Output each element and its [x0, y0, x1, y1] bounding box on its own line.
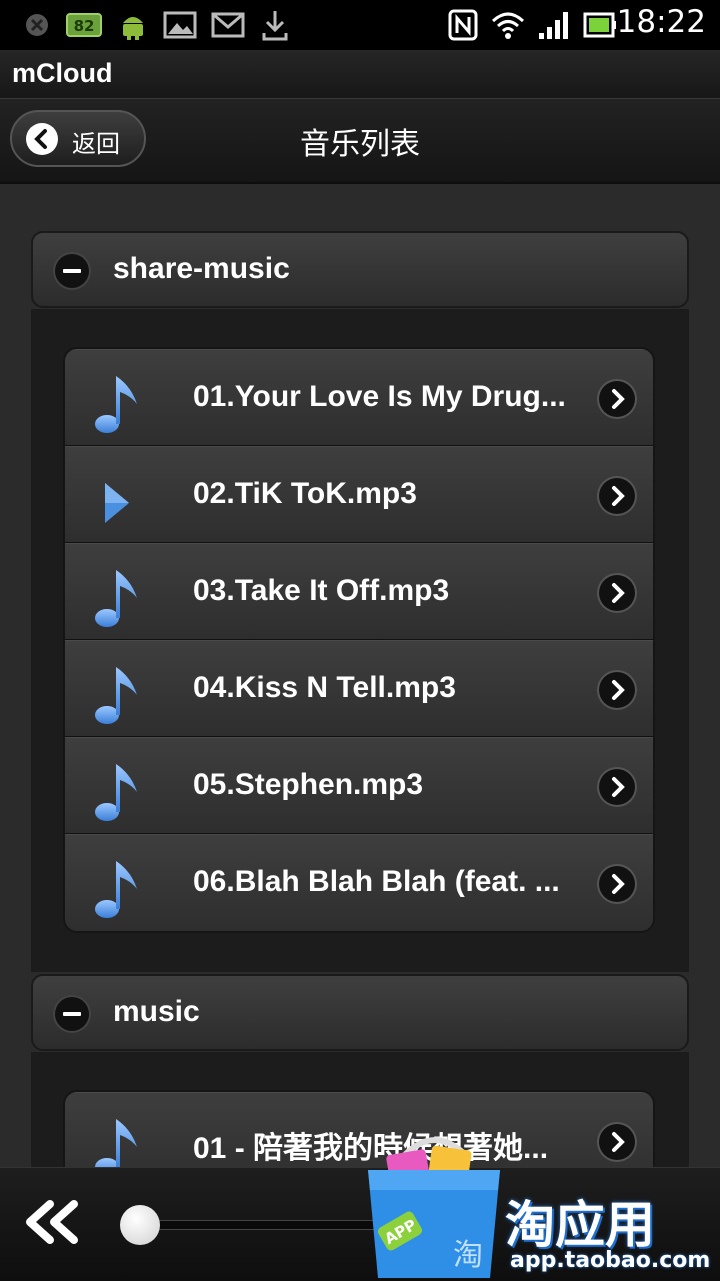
chevron-right-icon[interactable]	[599, 478, 635, 514]
chevron-right-icon[interactable]	[599, 769, 635, 805]
group-title: share-music	[113, 252, 290, 285]
group-header-music[interactable]: music	[31, 974, 689, 1051]
list-item[interactable]: 03.Take It Off.mp3	[65, 543, 653, 640]
music-note-icon	[95, 667, 137, 724]
song-title: 06.Blah Blah Blah (feat. ...	[193, 865, 560, 898]
signal-icon	[536, 8, 572, 42]
svg-text:82: 82	[74, 17, 95, 35]
svg-text:淘: 淘	[453, 1238, 483, 1273]
nfc-icon	[446, 8, 480, 42]
chevron-right-icon[interactable]	[599, 866, 635, 902]
nav-bar: 返回 音乐列表	[0, 99, 720, 184]
app-title: mCloud	[12, 58, 113, 88]
list-item[interactable]: 05.Stephen.mp3	[65, 737, 653, 834]
wifi-icon	[490, 8, 526, 42]
usb-debug-icon	[20, 8, 54, 42]
music-note-icon	[95, 861, 137, 918]
song-title: 01.Your Love Is My Drug...	[193, 380, 566, 413]
list-item[interactable]: 01.Your Love Is My Drug...	[65, 349, 653, 446]
status-bar: 82 18:22	[0, 0, 720, 50]
music-note-icon	[95, 1119, 137, 1167]
gmail-icon	[210, 8, 246, 42]
group-title: music	[113, 995, 200, 1028]
gallery-icon	[162, 8, 198, 42]
list-item[interactable]: 02.TiK ToK.mp3	[65, 446, 653, 543]
music-note-icon	[95, 764, 137, 821]
song-list: 01.Your Love Is My Drug... 02.TiK ToK.mp…	[63, 347, 655, 933]
song-title: 04.Kiss N Tell.mp3	[193, 671, 456, 704]
taobao-ad[interactable]: APP 淘 淘应用 app.taobao.com	[360, 1130, 720, 1280]
android-icon	[116, 8, 150, 42]
ad-brand: 淘应用	[505, 1196, 655, 1254]
battery-icon	[582, 8, 618, 42]
list-item[interactable]: 06.Blah Blah Blah (feat. ...	[65, 834, 653, 931]
ad-url: app.taobao.com	[510, 1248, 711, 1273]
group-body-share-music: 01.Your Love Is My Drug... 02.TiK ToK.mp…	[31, 309, 689, 972]
song-title: 02.TiK ToK.mp3	[193, 477, 417, 510]
chevron-right-icon[interactable]	[599, 381, 635, 417]
shopping-bag-icon: APP 淘	[368, 1137, 500, 1278]
list-item[interactable]: 04.Kiss N Tell.mp3	[65, 640, 653, 737]
progress-thumb[interactable]	[120, 1205, 160, 1245]
rewind-icon[interactable]	[22, 1200, 82, 1244]
download-icon	[258, 8, 292, 42]
status-time: 18:22	[616, 4, 706, 40]
page-title: 音乐列表	[300, 127, 420, 162]
app-bar: mCloud	[0, 50, 720, 99]
chevron-right-icon[interactable]	[599, 672, 635, 708]
group-header-share-music[interactable]: share-music	[31, 231, 689, 308]
music-note-icon	[95, 570, 137, 627]
play-icon	[105, 483, 129, 523]
song-title: 05.Stephen.mp3	[193, 768, 424, 801]
battery-badge-icon: 82	[66, 8, 104, 42]
chevron-right-icon[interactable]	[599, 575, 635, 611]
collapse-icon[interactable]	[55, 254, 89, 288]
collapse-icon[interactable]	[55, 997, 89, 1031]
music-note-icon	[95, 376, 137, 433]
song-title: 03.Take It Off.mp3	[193, 574, 450, 607]
